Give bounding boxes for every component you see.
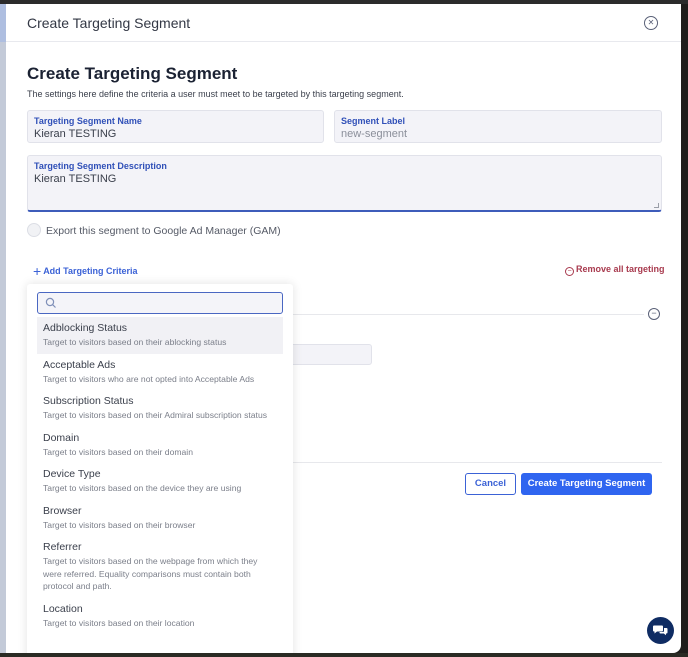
page-subtitle: The settings here define the criteria a …: [27, 89, 404, 99]
window-bottom-edge: [0, 653, 688, 657]
page-title: Create Targeting Segment: [27, 64, 238, 83]
search-icon: [45, 297, 56, 308]
plus-icon: +: [33, 263, 42, 279]
option-title: Subscription Status: [43, 395, 134, 407]
segment-description-field[interactable]: Targeting Segment Description Kieran TES…: [27, 155, 662, 212]
option-description: Target to visitors based on their Admira…: [43, 410, 268, 420]
option-description: Target to visitors based on their domain: [43, 446, 193, 457]
modal-header: Create Targeting Segment ✕: [6, 4, 681, 42]
criteria-option-referrer[interactable]: Referrer Target to visitors based on the…: [37, 536, 283, 598]
resize-handle[interactable]: [654, 203, 659, 208]
criteria-search-input[interactable]: [60, 294, 280, 312]
chat-support-button[interactable]: [647, 617, 674, 644]
remove-all-targeting-label: Remove all targeting: [576, 264, 665, 274]
criteria-option-device-type[interactable]: Device Type Target to visitors based on …: [37, 463, 283, 500]
minus-circle-icon: −: [565, 267, 574, 276]
remove-all-targeting-button[interactable]: − Remove all targeting: [565, 264, 665, 276]
footer-divider: [286, 462, 662, 463]
gam-export-label: Export this segment to Google Ad Manager…: [46, 225, 281, 237]
segment-label-label: Segment Label: [341, 116, 406, 126]
option-title: Browser: [43, 504, 82, 517]
close-icon[interactable]: ✕: [644, 16, 658, 30]
criteria-divider: [286, 314, 644, 315]
segment-label-field[interactable]: Segment Label new-segment: [334, 110, 662, 143]
criteria-option-location[interactable]: Location Target to visitors based on the…: [37, 598, 283, 635]
option-description: Target to visitors based on their browse…: [43, 519, 196, 530]
segment-description-label: Targeting Segment Description: [34, 161, 167, 171]
chat-bubbles-icon: [653, 625, 668, 636]
targeting-criteria-dropdown: Adblocking Status Target to visitors bas…: [27, 284, 293, 653]
criteria-option-acceptable-ads[interactable]: Acceptable Ads Target to visitors who ar…: [37, 354, 283, 391]
criteria-option-subscription-status[interactable]: Subscription Status Target to visitors b…: [37, 390, 283, 427]
option-description: Target to visitors based on the device t…: [43, 483, 242, 493]
option-description: Target to visitors based on the webpage …: [43, 556, 258, 591]
option-title: Device Type: [43, 468, 101, 480]
criteria-option-browser[interactable]: Browser Target to visitors based on thei…: [37, 500, 283, 537]
option-title: Adblocking Status: [43, 322, 128, 334]
option-title: Domain: [43, 431, 80, 444]
criteria-option-adblocking-status[interactable]: Adblocking Status Target to visitors bas…: [37, 317, 283, 354]
criteria-value-input[interactable]: [286, 344, 372, 365]
create-segment-modal: Create Targeting Segment ✕ Create Target…: [6, 4, 681, 653]
option-description: Target to visitors based on their locati…: [43, 617, 195, 628]
add-targeting-criteria-label: Add Targeting Criteria: [43, 266, 138, 276]
option-description: Target to visitors based on their ablock…: [43, 337, 227, 347]
option-title: Acceptable Ads: [43, 358, 116, 371]
add-targeting-criteria-button[interactable]: + Add Targeting Criteria: [33, 263, 138, 279]
create-targeting-segment-button[interactable]: Create Targeting Segment: [521, 473, 652, 495]
segment-label-placeholder: new-segment: [341, 128, 408, 140]
criteria-option-domain[interactable]: Domain Target to visitors based on their…: [37, 427, 283, 464]
criteria-search-field[interactable]: [37, 292, 283, 314]
option-title: Referrer: [43, 541, 82, 553]
remove-criteria-icon[interactable]: −: [648, 308, 660, 320]
option-description: Target to visitors who are not opted int…: [43, 373, 255, 384]
segment-name-value: Kieran TESTING: [34, 128, 117, 140]
modal-title: Create Targeting Segment: [27, 15, 191, 31]
gam-export-radio[interactable]: [27, 223, 41, 237]
segment-description-value: Kieran TESTING: [34, 173, 117, 185]
criteria-options-list: Adblocking Status Target to visitors bas…: [37, 317, 283, 634]
segment-name-label: Targeting Segment Name: [34, 116, 142, 126]
segment-name-field[interactable]: Targeting Segment Name Kieran TESTING: [27, 110, 324, 143]
option-title: Location: [43, 602, 83, 615]
cancel-button[interactable]: Cancel: [465, 473, 516, 495]
